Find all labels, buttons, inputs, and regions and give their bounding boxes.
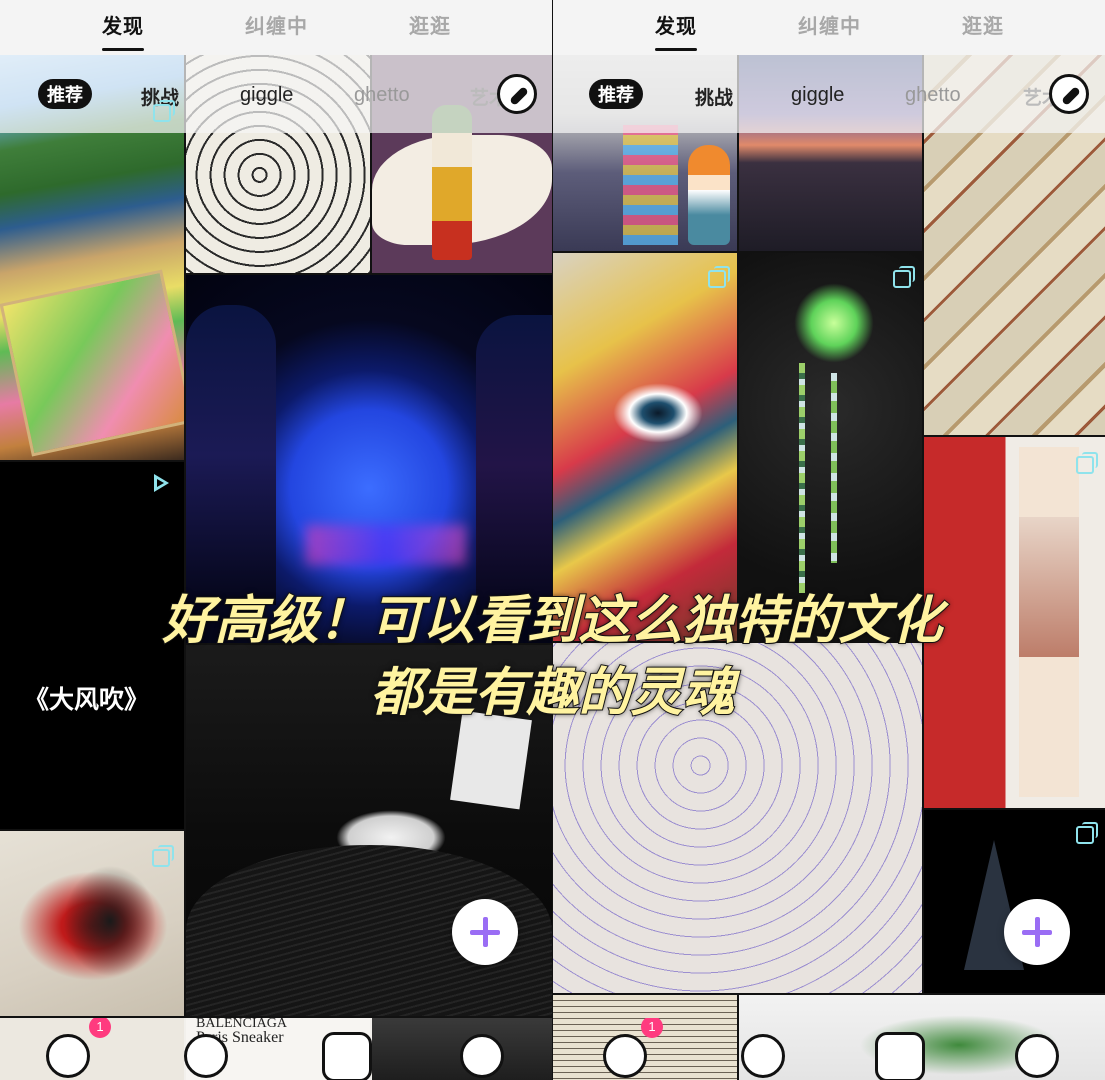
caption-line-1: 好高级！可以看到这么独特的文化 xyxy=(161,590,943,652)
painted-eye xyxy=(613,383,703,443)
category-bar: 推荐 挑战 giggle ghetto 艺术 xyxy=(0,55,552,133)
graffiti-board xyxy=(0,269,184,457)
message-icon[interactable] xyxy=(46,1034,90,1078)
bottom-strip-right: 1 xyxy=(553,1018,1105,1080)
caption-line-2: 都是有趣的灵魂 xyxy=(369,662,735,724)
neon-lights xyxy=(306,525,466,565)
alien-app-icon[interactable] xyxy=(1015,1034,1059,1078)
message-icon[interactable] xyxy=(603,1034,647,1078)
edit-pen-icon[interactable] xyxy=(497,74,537,114)
chip-ghetto[interactable]: ghetto xyxy=(905,84,961,107)
top-nav: 发现 纠缠中 逛逛 xyxy=(553,0,1105,55)
chip-ghetto[interactable]: ghetto xyxy=(354,84,410,107)
tab-entangled[interactable]: 纠缠中 xyxy=(245,10,308,39)
chip-giggle[interactable]: giggle xyxy=(240,84,293,107)
bottom-strip-left: BALENCIAGA Paris Sneaker 1 xyxy=(0,1018,552,1080)
edit-pen-icon[interactable] xyxy=(1049,74,1089,114)
category-bar: 推荐 挑战 giggle ghetto 艺术 xyxy=(553,55,1105,133)
tab-entangled[interactable]: 纠缠中 xyxy=(798,10,861,39)
bead-strand-2 xyxy=(831,373,837,563)
multi-image-icon xyxy=(893,266,915,288)
notification-badge: 1 xyxy=(641,1018,663,1038)
city-silhouette-right xyxy=(476,315,552,615)
tab-discover[interactable]: 发现 xyxy=(102,10,144,51)
swirl-app-icon[interactable] xyxy=(184,1034,228,1078)
bead-strand-1 xyxy=(799,363,805,593)
chip-giggle[interactable]: giggle xyxy=(791,84,844,107)
multi-image-icon xyxy=(1076,452,1098,474)
top-nav: 发现 纠缠中 逛逛 xyxy=(0,0,552,55)
chip-recommend[interactable]: 推荐 xyxy=(38,79,92,109)
tab-discover[interactable]: 发现 xyxy=(655,10,697,51)
multi-image-icon xyxy=(152,845,174,867)
character-app-icon[interactable] xyxy=(875,1032,925,1080)
multi-image-icon xyxy=(1076,822,1098,844)
create-post-button[interactable] xyxy=(452,899,518,965)
chip-challenge[interactable]: 挑战 xyxy=(695,83,733,110)
thread-dark xyxy=(60,861,160,981)
white-paper xyxy=(450,710,532,810)
feed-card-embroidery[interactable] xyxy=(0,831,184,1016)
character-app-icon[interactable] xyxy=(322,1032,372,1080)
play-icon-inner xyxy=(157,479,164,487)
multi-image-icon xyxy=(708,266,730,288)
tab-browse[interactable]: 逛逛 xyxy=(962,10,1004,39)
anime-girl xyxy=(688,145,730,245)
green-flower xyxy=(794,283,874,363)
create-post-button[interactable] xyxy=(1004,899,1070,965)
chip-recommend[interactable]: 推荐 xyxy=(589,79,643,109)
alien-app-icon[interactable] xyxy=(460,1034,504,1078)
city-silhouette-left xyxy=(186,305,276,605)
multi-image-icon xyxy=(153,100,175,122)
neon-signs xyxy=(623,125,678,245)
swirl-app-icon[interactable] xyxy=(741,1034,785,1078)
tab-browse[interactable]: 逛逛 xyxy=(409,10,451,39)
